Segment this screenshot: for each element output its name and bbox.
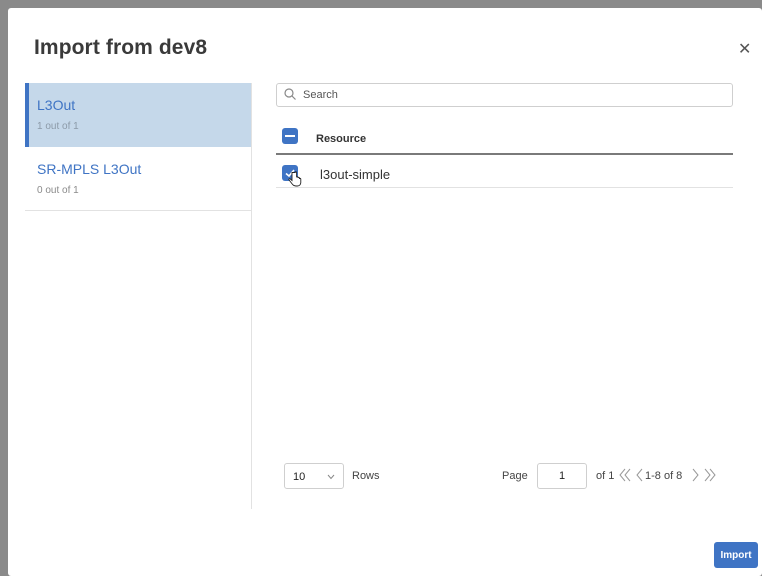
pagination: 10 Rows Page of 1 1-8 of 8	[284, 463, 734, 489]
hand-cursor-icon	[288, 171, 302, 187]
rows-per-page-value: 10	[293, 471, 306, 483]
sidebar-item-label: L3Out	[37, 97, 76, 113]
page-number-input[interactable]	[537, 463, 587, 489]
chevron-down-icon	[327, 474, 335, 480]
next-page-icon[interactable]	[688, 467, 702, 483]
first-page-icon[interactable]	[618, 467, 632, 483]
import-button[interactable]: Import	[714, 542, 758, 568]
resource-name: l3out-simple	[320, 167, 391, 182]
close-icon[interactable]: ✕	[738, 42, 751, 58]
sidebar-item-count: 1 out of 1	[37, 121, 79, 132]
rows-label: Rows	[352, 470, 380, 482]
search-box	[276, 83, 733, 107]
page-label: Page	[502, 470, 528, 482]
rows-per-page-select[interactable]: 10	[284, 463, 344, 489]
sidebar-item-l3out[interactable]: L3Out 1 out of 1	[25, 83, 251, 147]
page-total-label: of 1	[596, 470, 615, 482]
search-icon	[284, 88, 296, 100]
page-range: 1-8 of 8	[645, 470, 683, 482]
select-all-checkbox[interactable]	[282, 128, 298, 144]
search-input[interactable]	[303, 86, 723, 104]
import-dialog: Import from dev8 ✕ L3Out 1 out of 1 SR-M…	[8, 8, 762, 576]
table-row[interactable]: l3out-simple	[276, 157, 733, 188]
sidebar-item-label: SR-MPLS L3Out	[37, 161, 142, 177]
dialog-title: Import from dev8	[34, 36, 208, 59]
sidebar-item-sr-mpls-l3out[interactable]: SR-MPLS L3Out 0 out of 1	[25, 147, 251, 211]
last-page-icon[interactable]	[703, 467, 717, 483]
column-header-resource: Resource	[316, 133, 367, 145]
table-header: Resource	[276, 119, 733, 155]
resource-panel: Resource l3out-simple 10 Rows Page	[276, 83, 734, 509]
sidebar: L3Out 1 out of 1 SR-MPLS L3Out 0 out of …	[25, 83, 252, 509]
sidebar-item-count: 0 out of 1	[37, 185, 79, 196]
